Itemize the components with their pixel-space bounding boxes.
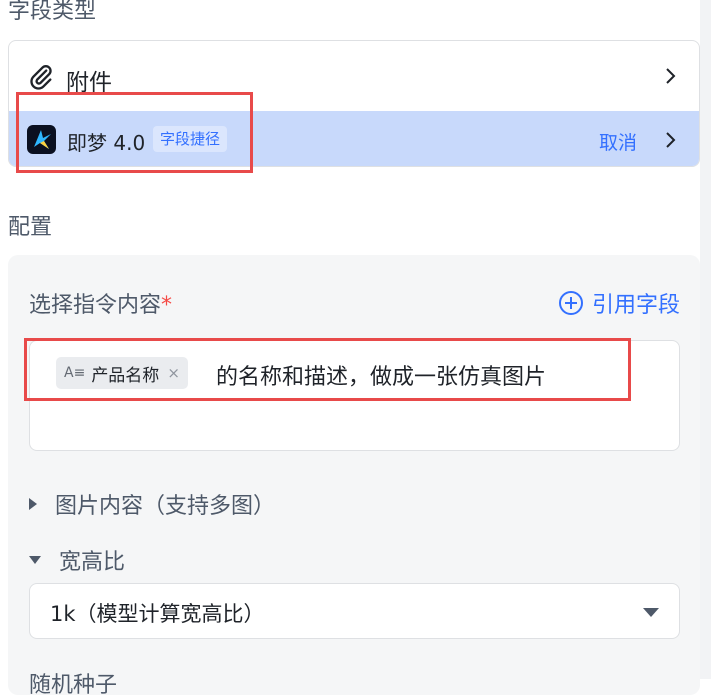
instruction-input[interactable]: A≡ 产品名称 × 的名称和描述，做成一张仿真图片: [29, 340, 680, 451]
attachment-option[interactable]: 附件: [9, 41, 699, 111]
aspect-ratio-toggle[interactable]: 宽高比: [29, 544, 125, 576]
aspect-ratio-value: 1k（模型计算宽高比）: [50, 602, 265, 626]
reference-field-button[interactable]: 引用字段: [558, 287, 680, 319]
cancel-button[interactable]: 取消: [599, 128, 637, 155]
field-type-section-label: 字段类型: [8, 0, 97, 24]
dropdown-arrow-icon: [643, 608, 659, 617]
required-mark: *: [161, 293, 173, 318]
config-panel: 选择指令内容* 引用字段 A≡ 产品名称 × 的名称和描述，做成一张仿真图片 图…: [8, 255, 700, 698]
image-content-toggle[interactable]: 图片内容（支持多图）: [29, 488, 275, 520]
caret-down-icon: [29, 556, 41, 564]
paperclip-icon: [30, 65, 52, 90]
config-section-label: 配置: [8, 215, 53, 240]
text-field-icon: A≡: [64, 365, 86, 381]
close-icon[interactable]: ×: [167, 364, 180, 382]
instruction-label: 选择指令内容*: [29, 293, 173, 318]
aspect-ratio-select[interactable]: 1k（模型计算宽高比）: [29, 583, 680, 639]
chip-label: 产品名称: [91, 365, 160, 386]
plus-circle-icon: [558, 291, 583, 315]
chevron-right-icon: [666, 68, 676, 84]
aspect-ratio-label: 宽高比: [59, 550, 126, 575]
jimeng-label: 即梦 4.0: [67, 131, 146, 155]
image-content-label: 图片内容（支持多图）: [55, 494, 276, 519]
chevron-right-icon: [666, 132, 676, 148]
field-type-card: 附件 即梦 4.0 字段捷径 取消: [8, 40, 700, 167]
jimeng-option[interactable]: 即梦 4.0 字段捷径 取消: [9, 111, 699, 166]
attachment-label: 附件: [66, 70, 112, 96]
caret-right-icon: [29, 498, 37, 510]
field-chip-product-name[interactable]: A≡ 产品名称 ×: [56, 357, 188, 389]
field-shortcut-tag: 字段捷径: [153, 126, 228, 152]
random-seed-label-partial: 随机种子: [29, 673, 118, 698]
jimeng-logo-icon: [27, 125, 56, 154]
scrollbar[interactable]: [700, 0, 711, 679]
instruction-text: 的名称和描述，做成一张仿真图片: [216, 365, 547, 390]
